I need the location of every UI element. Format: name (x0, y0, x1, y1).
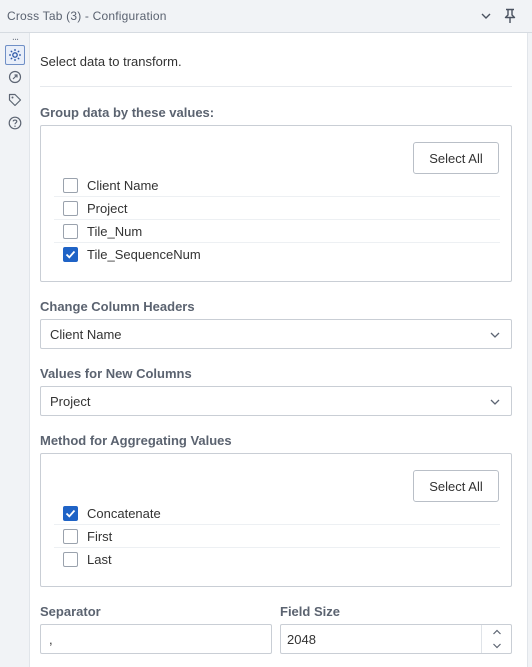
values-new-columns-value: Project (50, 393, 91, 409)
overflow-dots-icon[interactable]: ... (8, 32, 22, 43)
list-item[interactable]: Concatenate (54, 502, 500, 525)
checkbox[interactable] (63, 177, 78, 193)
list-item-label: Project (87, 200, 128, 216)
aggregation-list: Select All Concatenate First Last (40, 453, 512, 587)
chevron-down-icon (490, 399, 500, 405)
field-size-input[interactable] (280, 624, 512, 654)
column-headers-label: Change Column Headers (40, 299, 195, 314)
list-item[interactable]: First (54, 525, 500, 548)
column-headers-value: Client Name (50, 326, 122, 342)
checkmark-icon (65, 250, 76, 259)
values-new-columns-label: Values for New Columns (40, 366, 192, 381)
panel-edge (527, 33, 532, 667)
list-item[interactable]: Client Name (54, 174, 500, 197)
aggregation-select-all-button[interactable]: Select All (413, 470, 499, 502)
list-item-label: First (87, 528, 113, 544)
list-item[interactable]: Tile_Num (54, 220, 500, 243)
window-title: Cross Tab (3) - Configuration (7, 9, 167, 23)
tag-icon[interactable] (5, 90, 25, 110)
chevron-up-icon[interactable] (482, 625, 511, 639)
list-item-label: Client Name (87, 177, 159, 193)
title-bar: Cross Tab (3) - Configuration (0, 0, 532, 33)
checkbox[interactable] (63, 223, 78, 239)
list-item-label: Last (87, 552, 112, 567)
gear-icon[interactable] (5, 45, 25, 65)
separator-label: Separator (40, 604, 101, 619)
help-icon[interactable] (5, 113, 25, 133)
field-size-label: Field Size (280, 604, 340, 619)
chevron-down-icon[interactable] (482, 639, 511, 653)
group-by-label: Group data by these values: (40, 105, 215, 120)
field-size-stepper (481, 625, 511, 653)
aggregation-label: Method for Aggregating Values (40, 433, 232, 448)
divider (40, 86, 512, 87)
list-item-label: Concatenate (87, 505, 161, 521)
list-item[interactable]: Last (54, 548, 500, 571)
chevron-down-icon[interactable] (477, 7, 495, 25)
chevron-down-icon (490, 332, 500, 338)
values-new-columns-select[interactable]: Project (40, 386, 512, 416)
checkbox[interactable] (63, 552, 78, 567)
column-headers-select[interactable]: Client Name (40, 319, 512, 349)
list-item-label: Tile_Num (87, 223, 143, 239)
checkbox-checked[interactable] (63, 247, 78, 262)
group-by-list: Select All Client Name Project Tile_Num … (40, 125, 512, 282)
separator-input[interactable] (40, 624, 272, 654)
list-item[interactable]: Project (54, 197, 500, 220)
checkbox[interactable] (63, 528, 78, 544)
config-panel: Select data to transform. Group data by … (30, 33, 527, 667)
pin-icon[interactable] (501, 7, 519, 25)
group-by-select-all-button[interactable]: Select All (413, 142, 499, 174)
checkbox[interactable] (63, 200, 78, 216)
sidebar: ... (0, 32, 30, 667)
list-item-label: Tile_SequenceNum (87, 247, 201, 262)
annotation-icon[interactable] (5, 67, 25, 87)
list-item[interactable]: Tile_SequenceNum (54, 243, 500, 266)
checkbox-checked[interactable] (63, 505, 78, 521)
intro-text: Select data to transform. (40, 54, 182, 69)
checkmark-icon (65, 509, 76, 518)
